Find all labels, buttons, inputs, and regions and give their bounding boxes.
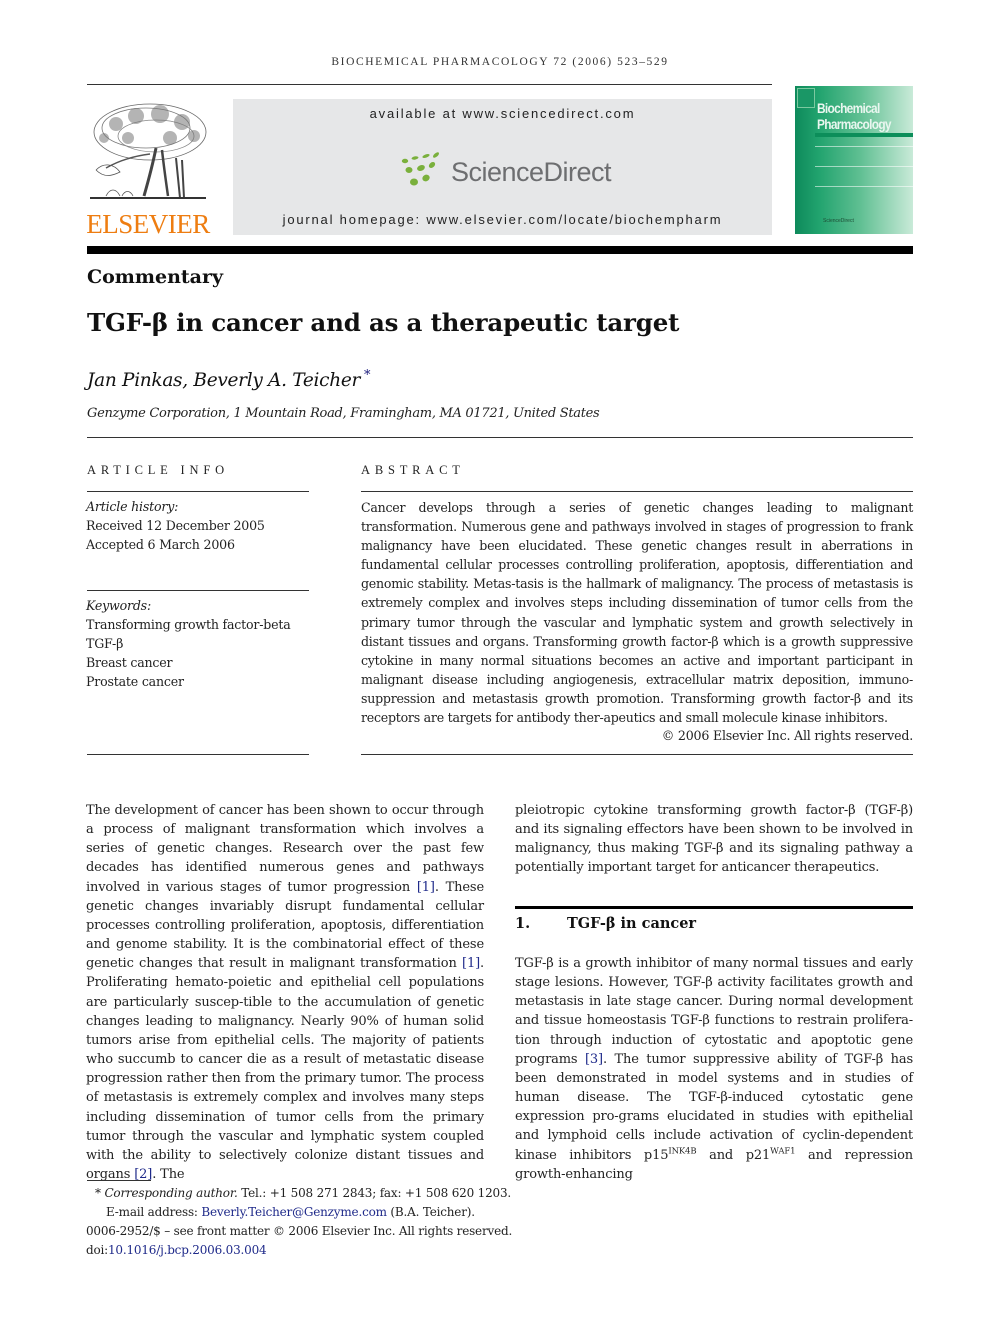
affiliation: Genzyme Corporation, 1 Mountain Road, Fr…	[87, 406, 600, 421]
elsevier-logo[interactable]: ELSEVIER	[86, 98, 210, 238]
body-right-paragraph: pleiotropic cytokine transforming growth…	[515, 803, 913, 876]
title-block-rule	[87, 437, 913, 438]
elsevier-tree-icon	[90, 103, 207, 199]
corresponding-author-note: * Corresponding author. Tel.: +1 508 271…	[86, 1184, 546, 1203]
article-title: TGF-β in cancer and as a therapeutic tar…	[87, 308, 680, 337]
article-info-rule	[87, 754, 309, 755]
article-history: Article history: Received 12 December 20…	[86, 497, 265, 554]
footnote-star: *	[95, 1186, 101, 1200]
running-head: BIOCHEMICAL PHARMACOLOGY 72 (2006) 523–5…	[331, 56, 669, 68]
abstract-rule	[361, 754, 913, 755]
author-list: Jan Pinkas, Beverly A. Teicher *	[87, 368, 371, 391]
doi-label: doi:	[86, 1243, 108, 1257]
authors-text: Jan Pinkas, Beverly A. Teicher	[87, 370, 361, 391]
citation-link[interactable]: [3]	[585, 1052, 603, 1067]
section-heading: 1. TGF-β in cancer	[515, 915, 696, 932]
body-right-section-text: TGF-β is a growth inhibitor of many norm…	[515, 954, 913, 1184]
sciencedirect-banner: available at www.sciencedirect.com Scien…	[233, 99, 772, 235]
doi-link[interactable]: 10.1016/j.bcp.2006.03.004	[108, 1243, 267, 1257]
superscript: INK4B	[668, 1146, 697, 1157]
footnotes: * Corresponding author. Tel.: +1 508 271…	[86, 1184, 546, 1260]
body-text: . Proliferating hemato-poietic and epith…	[86, 956, 484, 1182]
keyword-item: Transforming growth factor-beta	[86, 617, 291, 632]
cover-divider	[815, 186, 913, 187]
abstract-copyright: © 2006 Elsevier Inc. All rights reserved…	[661, 728, 913, 743]
keyword-item: TGF-β	[86, 636, 124, 651]
cover-divider	[815, 166, 913, 167]
cover-bar	[815, 133, 913, 137]
article-info-rule	[87, 590, 309, 591]
section-rule	[515, 906, 913, 909]
email-link[interactable]: Beverly.Teicher@Genzyme.com	[201, 1205, 387, 1219]
body-text: . The	[152, 1166, 185, 1182]
keywords: Keywords: Transforming growth factor-bet…	[86, 596, 291, 691]
keyword-item: Breast cancer	[86, 655, 173, 670]
abstract-text: Cancer develops through a series of gene…	[361, 500, 913, 726]
cover-footer: ScienceDirect	[823, 218, 854, 224]
article-info-rule	[87, 491, 309, 492]
abstract-rule	[361, 491, 913, 492]
citation-link[interactable]: [1]	[462, 956, 480, 971]
superscript: WAF1	[770, 1146, 796, 1157]
available-at-link[interactable]: available at www.sciencedirect.com	[233, 106, 772, 121]
corresponding-author-mark[interactable]: *	[364, 368, 371, 383]
sciencedirect-logo[interactable]: ScienceDirect	[400, 151, 612, 193]
contact-info: Tel.: +1 508 271 2843; fax: +1 508 620 1…	[237, 1186, 512, 1200]
section-number: 1.	[515, 915, 531, 932]
article-type: Commentary	[87, 266, 224, 288]
email-label: E-mail address:	[106, 1205, 202, 1219]
journal-homepage-link[interactable]: journal homepage: www.elsevier.com/locat…	[233, 212, 772, 227]
section-title: TGF-β in cancer	[567, 915, 697, 932]
body-left-column: The development of cancer has been shown…	[86, 801, 484, 1184]
footnote-rule	[87, 1180, 151, 1181]
sciencedirect-leaves-icon	[401, 152, 439, 186]
cover-title-line1: Biochemical	[817, 100, 880, 116]
accepted-date: Accepted 6 March 2006	[86, 537, 235, 552]
doi-line: doi:10.1016/j.bcp.2006.03.004	[86, 1241, 546, 1260]
elsevier-wordmark: ELSEVIER	[86, 209, 210, 239]
header-thick-rule	[87, 246, 913, 254]
keyword-item: Prostate cancer	[86, 674, 184, 689]
header-rule	[87, 84, 772, 85]
cover-divider	[815, 146, 913, 147]
keywords-label: Keywords:	[86, 598, 151, 613]
body-text: and p21	[696, 1147, 771, 1163]
citation-link[interactable]: [1]	[417, 880, 435, 895]
received-date: Received 12 December 2005	[86, 518, 265, 533]
corresponding-label: Corresponding author.	[104, 1186, 238, 1200]
cover-emblem-icon	[797, 88, 815, 108]
issn-line: 0006-2952/$ – see front matter © 2006 El…	[86, 1224, 513, 1238]
abstract-heading: ABSTRACT	[361, 463, 465, 477]
journal-cover-thumbnail[interactable]: Biochemical Pharmacology ScienceDirect	[795, 86, 913, 234]
sciencedirect-wordmark: ScienceDirect	[451, 157, 612, 187]
email-line: E-mail address: Beverly.Teicher@Genzyme.…	[86, 1203, 546, 1222]
cover-title: Biochemical Pharmacology	[817, 100, 892, 132]
article-info-heading: ARTICLE INFO	[87, 463, 229, 477]
cover-title-line2: Pharmacology	[817, 116, 892, 132]
body-text: . The tumor suppressive ability of TGF-β…	[515, 1051, 913, 1163]
article-history-label: Article history:	[86, 499, 179, 514]
body-text: TGF-β is a growth inhibitor of many norm…	[515, 956, 913, 1067]
email-suffix: (B.A. Teicher).	[386, 1205, 475, 1219]
